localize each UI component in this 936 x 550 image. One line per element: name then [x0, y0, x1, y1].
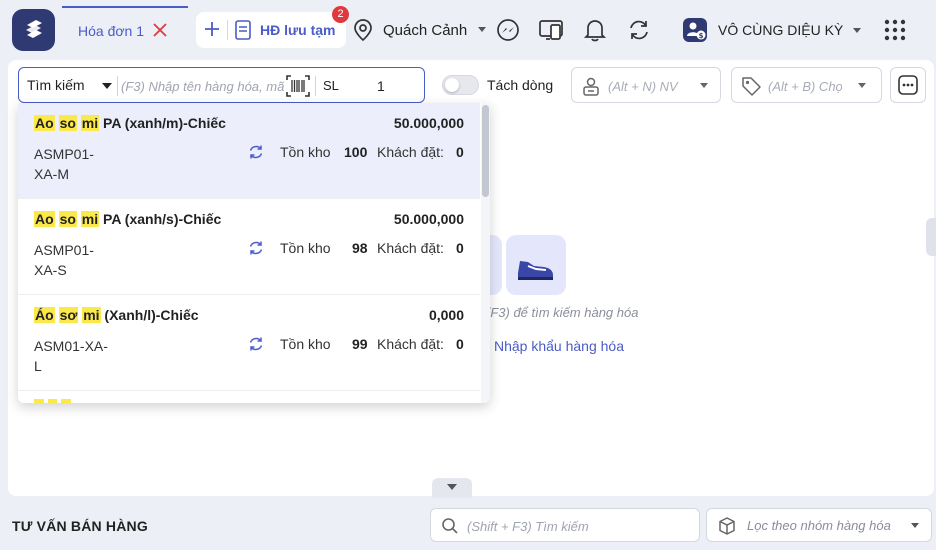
branch-name: Quách Cảnh: [383, 21, 468, 39]
tab-invoice-1[interactable]: Hóa đơn 1: [62, 6, 188, 54]
chevron-down-icon[interactable]: [102, 83, 112, 89]
saved-invoices-badge: 2: [332, 6, 349, 23]
chevron-down-icon: [853, 28, 861, 33]
toggle-knob: [445, 78, 459, 92]
result-code: ASM01-XA-L: [34, 338, 108, 374]
result-name: Áo sơ mi (Xanh/l)-Chiếc: [34, 307, 199, 323]
user-money-icon: $: [683, 18, 707, 42]
search-results-dropdown: Ao so mi PA (xanh/m)-Chiếc 50.000,000 AS…: [18, 103, 490, 403]
user-menu[interactable]: $ VÔ CÙNG DIỆU KỲ: [682, 16, 861, 44]
advice-search-input[interactable]: [467, 516, 692, 536]
result-name: Ao so mi PA (xanh/m)-Chiếc: [34, 115, 226, 131]
split-line-label: Tách dòng: [487, 77, 554, 93]
chevron-down-icon: [478, 27, 486, 32]
result-price: 0,000: [428, 307, 464, 323]
channel-input[interactable]: [768, 76, 842, 96]
sync-icon: [247, 143, 265, 161]
divider: [227, 20, 228, 40]
search-icon: [441, 517, 459, 535]
stock-label: Tồn kho: [280, 240, 331, 256]
more-icon: [898, 75, 918, 95]
order-value: 0: [456, 336, 464, 352]
chevron-down-icon: [700, 83, 708, 88]
result-item[interactable]: [18, 391, 480, 403]
plus-icon[interactable]: [202, 19, 222, 39]
result-name: Ao so mi PA (xanh/s)-Chiếc: [34, 211, 222, 227]
scrollbar-thumb[interactable]: [482, 105, 489, 197]
import-products-link[interactable]: Nhập khẩu hàng hóa: [494, 338, 624, 354]
close-icon[interactable]: [151, 21, 169, 39]
svg-text:$: $: [699, 32, 704, 40]
result-price: 50.000,000: [393, 211, 464, 227]
quantity-input[interactable]: [377, 76, 417, 96]
order-label: Khách đặt:: [377, 240, 444, 256]
channel-select[interactable]: [731, 67, 882, 103]
stock-value: 99: [352, 336, 368, 352]
grid-menu-icon[interactable]: [884, 19, 906, 41]
order-value: 0: [456, 240, 464, 256]
barcode-icon[interactable]: [285, 74, 311, 98]
category-filter[interactable]: Lọc theo nhóm hàng hóa: [706, 508, 932, 542]
divider: [117, 76, 118, 96]
stock-label: Tồn kho: [280, 144, 331, 160]
side-panel-handle[interactable]: [926, 218, 936, 256]
empty-state-hint: (F3) để tìm kiếm hàng hóa: [486, 305, 639, 320]
product-search: Tìm kiếm SL: [18, 67, 425, 103]
chevron-down-icon: [447, 484, 457, 490]
sales-advice-title: TƯ VẤN BÁN HÀNG: [12, 518, 148, 534]
search-mode-label[interactable]: Tìm kiếm: [27, 77, 85, 93]
result-code: ASMP01-XA-M: [34, 146, 94, 182]
box-icon: [717, 516, 737, 536]
branch-selector[interactable]: Quách Cảnh: [352, 17, 486, 43]
stock-value: 98: [352, 240, 368, 256]
chevron-down-icon: [858, 83, 866, 88]
result-item[interactable]: Ao so mi PA (xanh/s)-Chiếc 50.000,000 AS…: [18, 199, 480, 295]
result-name-partial: [34, 399, 72, 403]
screen-icon[interactable]: [538, 17, 564, 43]
sync-icon: [247, 239, 265, 257]
top-bar: Hóa đơn 1 HĐ lưu tạm 2 Quách Cảnh $ VÔ C…: [0, 0, 936, 60]
user-name: VÔ CÙNG DIỆU KỲ: [718, 22, 844, 38]
sync-icon: [247, 335, 265, 353]
logo-icon[interactable]: [12, 9, 55, 51]
results-scrollbar[interactable]: [481, 103, 490, 403]
more-button[interactable]: [890, 67, 926, 103]
advice-search: [430, 508, 700, 542]
order-value: 0: [456, 144, 464, 160]
staff-select[interactable]: [571, 67, 721, 103]
messenger-icon[interactable]: [495, 17, 521, 43]
result-code: ASMP01-XA-S: [34, 242, 94, 278]
divider: [315, 76, 316, 96]
order-label: Khách đặt:: [377, 336, 444, 352]
saved-invoices-label: HĐ lưu tạm: [260, 22, 336, 38]
tab-invoice-1-label: Hóa đơn 1: [78, 23, 145, 39]
location-pin-icon: [354, 19, 372, 42]
result-item[interactable]: Ao so mi PA (xanh/m)-Chiếc 50.000,000 AS…: [18, 103, 480, 199]
category-filter-label: Lọc theo nhóm hàng hóa: [747, 518, 891, 533]
chevron-down-icon: [911, 523, 919, 528]
quantity-label: SL: [323, 78, 339, 93]
stock-label: Tồn kho: [280, 336, 331, 352]
search-input[interactable]: [121, 74, 287, 98]
split-line-toggle[interactable]: [442, 75, 479, 95]
person-icon: [580, 75, 602, 97]
tag-icon: [740, 75, 762, 97]
result-item[interactable]: Áo sơ mi (Xanh/l)-Chiếc 0,000 ASM01-XA-L…: [18, 295, 480, 391]
refresh-icon[interactable]: [626, 17, 652, 43]
result-price: 50.000,000: [393, 115, 464, 131]
order-label: Khách đặt:: [377, 144, 444, 160]
bell-icon[interactable]: [582, 17, 608, 43]
collapse-handle[interactable]: [432, 478, 472, 498]
staff-input[interactable]: [608, 76, 692, 96]
stock-value: 100: [344, 144, 368, 160]
shoe-icon: [506, 235, 566, 295]
saved-invoices-button[interactable]: HĐ lưu tạm 2: [196, 6, 349, 48]
document-icon: [233, 19, 253, 41]
